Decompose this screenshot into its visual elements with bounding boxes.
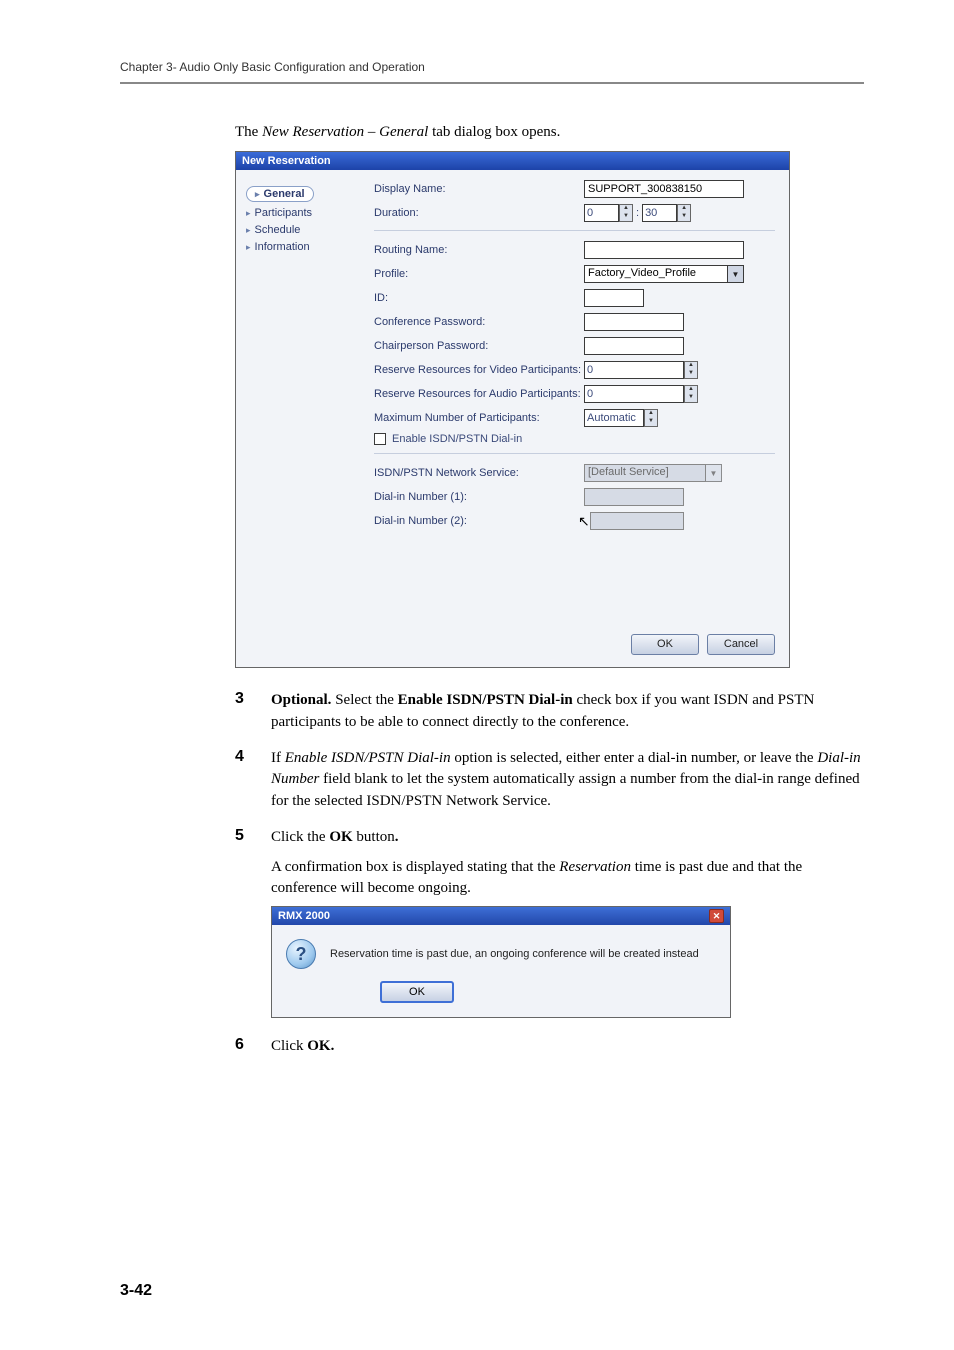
step-5: 5 Click the OK button. A confirmation bo…	[235, 827, 864, 900]
label-routing-name: Routing Name:	[374, 244, 584, 256]
ok-button[interactable]: OK	[631, 634, 699, 655]
duration-hours[interactable]: 0	[584, 204, 619, 222]
label-isdn-service: ISDN/PSTN Network Service:	[374, 467, 584, 479]
dialog-title-bar: New Reservation	[236, 152, 789, 170]
label-dial1: Dial-in Number (1):	[374, 491, 584, 503]
separator	[374, 230, 775, 231]
spinner-buttons-icon[interactable]: ▲▼	[619, 204, 633, 222]
step-5-d: .	[395, 829, 399, 845]
cursor-icon: ↖	[578, 513, 590, 530]
msgbox-title: RMX 2000	[278, 910, 330, 922]
header-rule	[120, 82, 864, 84]
dropdown-arrow-icon[interactable]: ▼	[728, 265, 744, 283]
step-5-c: button	[353, 829, 395, 845]
msgbox-title-bar: RMX 2000 ✕	[272, 907, 730, 925]
spinner-buttons-icon[interactable]: ▲▼	[644, 409, 658, 427]
close-icon[interactable]: ✕	[709, 909, 724, 923]
duration-spinner[interactable]: 0 ▲▼ : 30 ▲▼	[584, 204, 691, 222]
dropdown-arrow-icon: ▼	[706, 464, 722, 482]
step-4-c: field blank to let the system automatica…	[271, 771, 860, 809]
duration-colon: :	[636, 207, 639, 219]
label-profile: Profile:	[374, 268, 584, 280]
duration-minutes[interactable]: 30	[642, 204, 677, 222]
nav-participants[interactable]: ▸ Participants	[246, 207, 356, 219]
step-3-a: Select the	[331, 692, 397, 708]
confirmation-dialog: RMX 2000 ✕ ? Reservation time is past du…	[271, 906, 731, 1018]
step-4-b: option is selected, either enter a dial-…	[451, 750, 818, 766]
res-audio-input[interactable]: 0	[584, 385, 684, 403]
step-4-em1: Enable ISDN/PSTN Dial-in	[285, 750, 451, 766]
label-res-video: Reserve Resources for Video Participants…	[374, 364, 584, 376]
step-5-b: OK	[329, 829, 352, 845]
msgbox-ok-button[interactable]: OK	[380, 981, 454, 1003]
nav-schedule-label: Schedule	[255, 224, 301, 236]
caption-mid: –	[364, 124, 379, 140]
new-reservation-dialog: New Reservation ▸ General ▸ Participants…	[235, 151, 790, 668]
label-max-part: Maximum Number of Participants:	[374, 412, 584, 424]
step-4-number: 4	[235, 748, 271, 813]
routing-name-input[interactable]	[584, 241, 744, 259]
step-3-number: 3	[235, 690, 271, 734]
spinner-buttons-icon[interactable]: ▲▼	[677, 204, 691, 222]
chevron-right-icon: ▸	[246, 208, 251, 219]
dialin-2-input	[590, 512, 684, 530]
max-participants-input[interactable]: Automatic	[584, 409, 644, 427]
spinner-buttons-icon[interactable]: ▲▼	[684, 385, 698, 403]
label-enable-isdn: Enable ISDN/PSTN Dial-in	[392, 433, 522, 445]
dialog-nav: ▸ General ▸ Participants ▸ Schedule ▸ In…	[246, 180, 356, 616]
step-5-number: 5	[235, 827, 271, 900]
step-6-b: OK.	[307, 1038, 334, 1054]
step-3-optional: Optional.	[271, 692, 331, 708]
step-6-a: Click	[271, 1038, 307, 1054]
display-name-input[interactable]	[584, 180, 744, 198]
step-6-number: 6	[235, 1036, 271, 1058]
caption-em1: New Reservation	[262, 124, 364, 140]
isdn-service-select: [Default Service]	[584, 464, 706, 482]
cancel-button[interactable]: Cancel	[707, 634, 775, 655]
res-video-input[interactable]: 0	[584, 361, 684, 379]
profile-select[interactable]: Factory_Video_Profile	[584, 265, 728, 283]
dialin-1-input	[584, 488, 684, 506]
caption-em2: General	[379, 124, 428, 140]
step-4-a: If	[271, 750, 285, 766]
chapter-header: Chapter 3- Audio Only Basic Configuratio…	[120, 60, 864, 74]
id-input[interactable]	[584, 289, 644, 307]
chevron-right-icon: ▸	[246, 225, 251, 236]
nav-schedule[interactable]: ▸ Schedule	[246, 224, 356, 236]
step-4: 4 If Enable ISDN/PSTN Dial-in option is …	[235, 748, 864, 813]
conference-password-input[interactable]	[584, 313, 684, 331]
page-number: 3-42	[120, 1282, 152, 1300]
step-5-em: Reservation	[559, 859, 631, 875]
label-display-name: Display Name:	[374, 183, 584, 195]
dialog-form: Display Name: Duration: 0 ▲▼ : 30 ▲▼	[356, 180, 775, 616]
chevron-right-icon: ▸	[255, 189, 260, 200]
enable-isdn-checkbox[interactable]	[374, 433, 386, 445]
nav-general[interactable]: ▸ General	[246, 186, 314, 202]
spinner-buttons-icon[interactable]: ▲▼	[684, 361, 698, 379]
label-chair-pass: Chairperson Password:	[374, 340, 584, 352]
caption-suffix: tab dialog box opens.	[428, 124, 560, 140]
label-res-audio: Reserve Resources for Audio Participants…	[374, 388, 584, 400]
label-duration: Duration:	[374, 207, 584, 219]
nav-participants-label: Participants	[255, 207, 312, 219]
nav-information[interactable]: ▸ Information	[246, 241, 356, 253]
step-6: 6 Click OK.	[235, 1036, 864, 1058]
step-5-a: Click the	[271, 829, 329, 845]
nav-information-label: Information	[255, 241, 310, 253]
label-dial2: Dial-in Number (2):	[374, 515, 584, 527]
label-id: ID:	[374, 292, 584, 304]
msgbox-text: Reservation time is past due, an ongoing…	[330, 948, 699, 960]
question-icon: ?	[286, 939, 316, 969]
nav-general-label: General	[264, 188, 305, 200]
chevron-right-icon: ▸	[246, 242, 251, 253]
caption-prefix: The	[235, 124, 262, 140]
separator	[374, 453, 775, 454]
figure-caption: The New Reservation – General tab dialog…	[235, 124, 864, 141]
chairperson-password-input[interactable]	[584, 337, 684, 355]
step-3: 3 Optional. Select the Enable ISDN/PSTN …	[235, 690, 864, 734]
step-5-e: A confirmation box is displayed stating …	[271, 859, 559, 875]
label-conf-pass: Conference Password:	[374, 316, 584, 328]
step-3-b: Enable ISDN/PSTN Dial-in	[398, 692, 573, 708]
